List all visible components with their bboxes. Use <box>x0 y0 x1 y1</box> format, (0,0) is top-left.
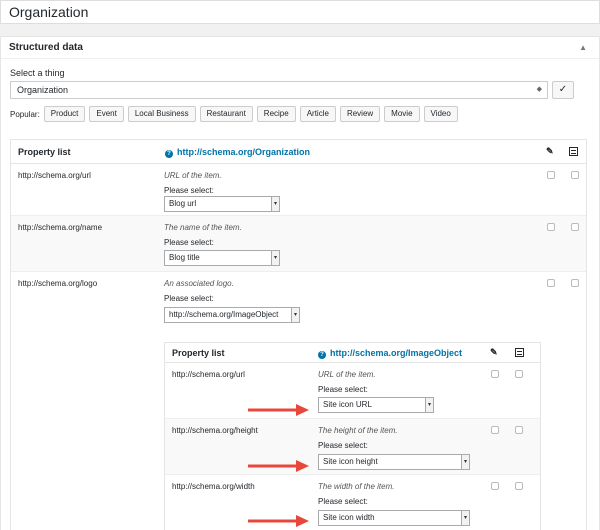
property-name: http://schema.org/url <box>18 171 91 180</box>
thing-select[interactable]: Organization ◆ <box>10 81 548 99</box>
nested-property-list-title: Property list <box>172 348 225 358</box>
property-description: The width of the item. <box>318 482 395 491</box>
checkbox[interactable] <box>515 370 523 378</box>
please-select-label: Please select: <box>164 294 214 303</box>
thing-select-value: Organization <box>17 85 69 95</box>
help-icon: ? <box>318 351 326 359</box>
please-select-label: Please select: <box>164 186 214 195</box>
annotation-arrow-icon <box>248 460 309 472</box>
pencil-icon[interactable]: ✎ <box>546 146 554 157</box>
property-select-value: Blog url <box>169 199 197 208</box>
select-thing-label: Select a thing <box>10 68 65 78</box>
nested-row-height: http://schema.org/height The height of t… <box>165 419 540 475</box>
property-list-title: Property list <box>18 147 71 157</box>
property-description: URL of the item. <box>318 370 376 379</box>
schema-url-text: http://schema.org/Organization <box>177 147 311 157</box>
property-description: The name of the item. <box>164 223 242 232</box>
popular-button-video[interactable]: Video <box>423 106 458 122</box>
property-select-value: Blog title <box>169 253 200 262</box>
box-title: Structured data <box>9 42 83 53</box>
property-name: http://schema.org/url <box>172 370 245 379</box>
help-icon: ? <box>165 150 173 158</box>
checkbox[interactable] <box>547 279 555 287</box>
popular-button-restaurant[interactable]: Restaurant <box>199 106 253 122</box>
select-arrow-icon: ▾ <box>271 197 279 211</box>
popular-button-event[interactable]: Event <box>89 106 124 122</box>
property-select[interactable]: http://schema.org/ImageObject ▾ <box>164 307 300 323</box>
nested-row-url: http://schema.org/url URL of the item. P… <box>165 363 540 419</box>
nested-schema-url-link[interactable]: ? http://schema.org/ImageObject <box>318 348 462 359</box>
dropdown-arrows-icon: ◆ <box>536 86 542 93</box>
nested-property-list: Property list ? http://schema.org/ImageOb… <box>164 342 541 530</box>
nested-row-width: http://schema.org/width The width of the… <box>165 475 540 530</box>
property-select[interactable]: Site icon height ▾ <box>318 454 470 470</box>
annotation-arrow-icon <box>248 515 309 527</box>
select-arrow-icon: ▾ <box>461 455 469 469</box>
structured-data-box: Structured data ▲ Select a thing Organiz… <box>0 36 600 530</box>
select-arrow-icon: ▾ <box>425 398 433 412</box>
property-description: URL of the item. <box>164 171 222 180</box>
property-name: http://schema.org/logo <box>18 279 98 288</box>
pencil-icon[interactable]: ✎ <box>490 347 498 358</box>
collapse-arrow-icon[interactable]: ▲ <box>579 37 587 59</box>
list-icon[interactable] <box>515 348 524 357</box>
property-select-value: Site icon height <box>323 457 378 466</box>
property-name: http://schema.org/name <box>18 223 103 232</box>
checkbox[interactable] <box>547 171 555 179</box>
property-select-value: Site icon width <box>323 513 375 522</box>
property-description: The height of the item. <box>318 426 398 435</box>
annotation-arrow-icon <box>248 404 309 416</box>
schema-url-link[interactable]: ? http://schema.org/Organization <box>165 147 310 158</box>
popular-button-review[interactable]: Review <box>339 106 381 122</box>
property-select-value: Site icon URL <box>323 400 372 409</box>
property-name: http://schema.org/width <box>172 482 255 491</box>
property-description: An associated logo. <box>164 279 234 288</box>
confirm-button[interactable]: ✓ <box>552 81 574 99</box>
select-arrow-icon: ▾ <box>291 308 299 322</box>
please-select-label: Please select: <box>318 385 368 394</box>
please-select-label: Please select: <box>318 497 368 506</box>
box-header[interactable]: Structured data ▲ <box>1 37 599 59</box>
checkbox[interactable] <box>491 370 499 378</box>
nested-schema-url-text: http://schema.org/ImageObject <box>330 348 463 358</box>
list-icon[interactable] <box>569 147 578 156</box>
checkbox[interactable] <box>571 223 579 231</box>
property-list-header: Property list ? http://schema.org/Organiz… <box>11 140 586 164</box>
checkbox[interactable] <box>491 426 499 434</box>
property-name: http://schema.org/height <box>172 426 258 435</box>
property-row-logo: http://schema.org/logo An associated log… <box>11 272 586 530</box>
property-select-value: http://schema.org/ImageObject <box>169 310 279 319</box>
select-arrow-icon: ▾ <box>271 251 279 265</box>
popular-button-local-business[interactable]: Local Business <box>127 106 196 122</box>
checkbox[interactable] <box>571 171 579 179</box>
property-select[interactable]: Site icon URL ▾ <box>318 397 434 413</box>
please-select-label: Please select: <box>164 238 214 247</box>
checkbox[interactable] <box>547 223 555 231</box>
property-select[interactable]: Site icon width ▾ <box>318 510 470 526</box>
popular-button-article[interactable]: Article <box>299 106 336 122</box>
popular-button-product[interactable]: Product <box>43 106 86 122</box>
title-input[interactable]: Organization <box>0 0 600 24</box>
checkbox[interactable] <box>491 482 499 490</box>
popular-row: Popular: Product Event Local Business Re… <box>10 104 462 124</box>
property-select[interactable]: Blog url ▾ <box>164 196 280 212</box>
property-row-url: http://schema.org/url URL of the item. P… <box>11 164 586 216</box>
checkbox[interactable] <box>515 426 523 434</box>
select-arrow-icon: ▾ <box>461 511 469 525</box>
property-row-name: http://schema.org/name The name of the i… <box>11 216 586 272</box>
popular-button-movie[interactable]: Movie <box>384 106 420 122</box>
property-select[interactable]: Blog title ▾ <box>164 250 280 266</box>
popular-button-recipe[interactable]: Recipe <box>256 106 296 122</box>
please-select-label: Please select: <box>318 441 368 450</box>
popular-label: Popular: <box>10 109 40 119</box>
checkbox[interactable] <box>571 279 579 287</box>
nested-property-list-header: Property list ? http://schema.org/ImageOb… <box>165 343 540 363</box>
checkbox[interactable] <box>515 482 523 490</box>
